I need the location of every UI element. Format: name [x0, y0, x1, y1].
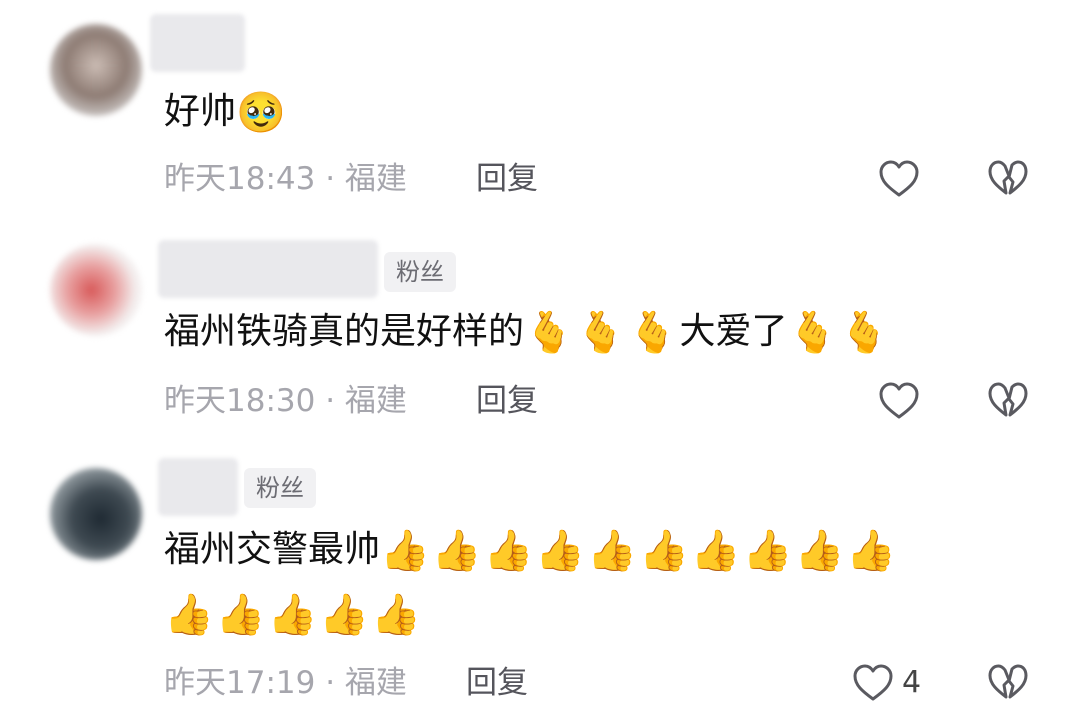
fan-badge: 粉丝 — [384, 252, 456, 292]
comment-text-body: 福州铁骑真的是好样的 — [164, 311, 525, 352]
comment-item: 好帅🥹 昨天18:43 · 福建 回复 — [0, 0, 1080, 230]
comment-text-line2: 👍👍👍👍👍 — [164, 584, 423, 645]
fan-badge: 粉丝 — [244, 468, 316, 508]
comment-item: 粉丝 福州铁骑真的是好样的🫰🫰🫰大爱了🫰🫰 昨天18:30 · 福建 回复 — [0, 230, 1080, 450]
like-count: 4 — [902, 665, 922, 700]
comment-location: 福建 — [344, 383, 407, 419]
comment-meta: 昨天17:19 · 福建 — [164, 662, 407, 704]
avatar[interactable] — [50, 24, 142, 116]
emoji-sequence-line2: 👍👍👍👍👍 — [164, 592, 424, 638]
meta-separator: · — [325, 161, 336, 197]
username-blurred[interactable] — [150, 14, 245, 72]
comment-text-body: 好帅 — [164, 91, 237, 132]
comment-text-after: 大爱了 — [679, 311, 788, 352]
comment-location: 福建 — [344, 665, 407, 701]
comment-time: 昨天18:30 — [164, 383, 316, 419]
reply-button[interactable]: 回复 — [466, 662, 528, 704]
comment-time: 昨天17:19 — [164, 665, 316, 701]
reply-button[interactable]: 回复 — [476, 158, 538, 200]
heart-outline-icon[interactable] — [876, 378, 922, 424]
heart-outline-icon[interactable] — [876, 156, 922, 202]
comment-meta: 昨天18:30 · 福建 — [164, 380, 407, 422]
emoji-sequence: 🥹 — [236, 90, 288, 136]
comment-text: 福州铁骑真的是好样的🫰🫰🫰大爱了🫰🫰 — [164, 302, 891, 363]
emoji-sequence: 👍👍👍👍👍👍👍👍👍👍 — [380, 528, 899, 574]
emoji-sequence: 🫰🫰🫰 — [524, 310, 680, 356]
comment-meta: 昨天18:43 · 福建 — [164, 158, 407, 200]
comment-location: 福建 — [344, 161, 407, 197]
broken-heart-icon[interactable] — [985, 660, 1031, 706]
comment-text: 好帅🥹 — [164, 82, 288, 143]
broken-heart-icon[interactable] — [985, 156, 1031, 202]
username-blurred[interactable] — [158, 458, 238, 516]
meta-separator: · — [325, 665, 336, 701]
heart-outline-icon[interactable] — [850, 660, 896, 706]
reply-button[interactable]: 回复 — [476, 380, 538, 422]
avatar[interactable] — [50, 468, 142, 560]
broken-heart-icon[interactable] — [985, 378, 1031, 424]
comment-text-body: 福州交警最帅 — [164, 529, 381, 570]
comment-text: 福州交警最帅👍👍👍👍👍👍👍👍👍👍 — [164, 520, 898, 581]
comment-time: 昨天18:43 — [164, 161, 316, 197]
meta-separator: · — [325, 383, 336, 419]
emoji-sequence-after: 🫰🫰 — [787, 310, 892, 356]
username-blurred[interactable] — [158, 240, 378, 298]
avatar[interactable] — [50, 244, 142, 336]
comment-item: 粉丝 福州交警最帅👍👍👍👍👍👍👍👍👍👍 👍👍👍👍👍 昨天17:19 · 福建 回… — [0, 450, 1080, 719]
